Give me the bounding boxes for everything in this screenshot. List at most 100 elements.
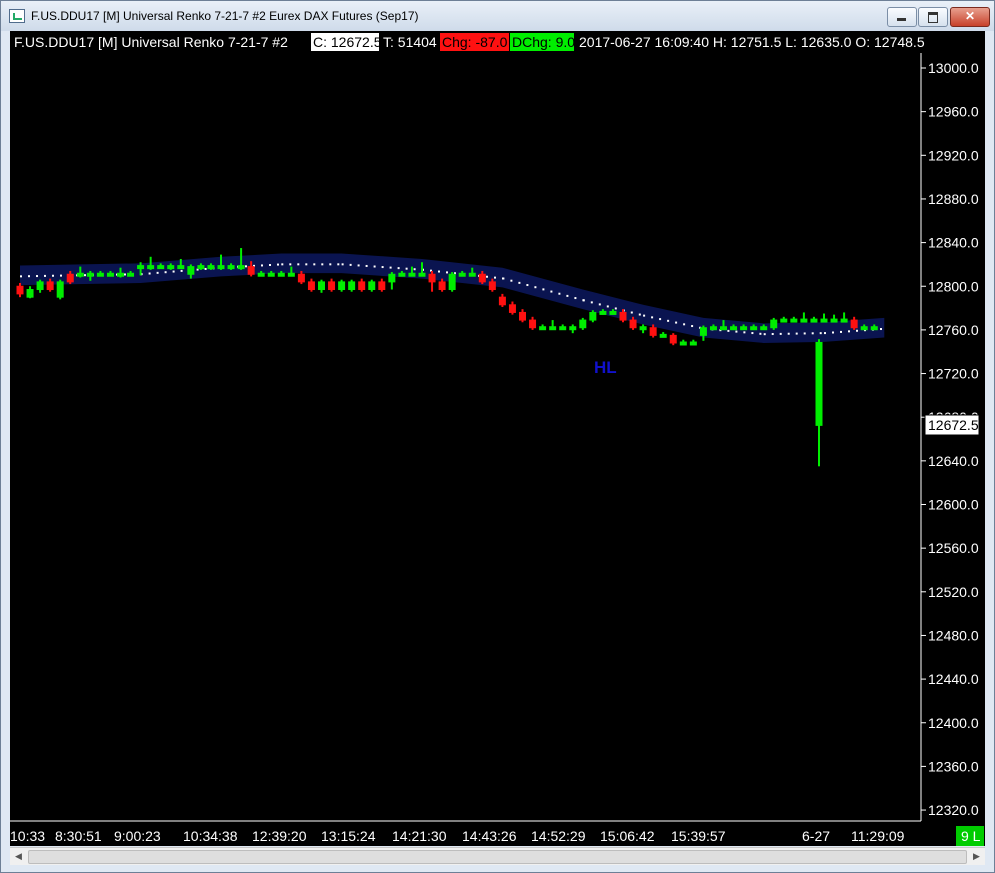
bar-body [730,326,738,331]
band-dot [313,263,316,266]
band-dot [759,332,762,335]
price-tick-label: 12360.0 [928,758,979,774]
close-button[interactable] [950,7,990,27]
renko-bar [820,313,828,323]
bar-body [307,281,315,291]
chart-header: F.US.DDU17 [M] Universal Renko 7-21-7 #2… [14,33,925,51]
bar-body [147,265,155,270]
price-tick-label: 12400.0 [928,715,979,731]
bar-body [187,266,195,275]
scroll-left-arrow-icon[interactable]: ◀ [10,848,27,865]
renko-bar [569,324,577,334]
chart-panel[interactable]: F.US.DDU17 [M] Universal Renko 7-21-7 #2… [10,31,985,846]
renko-bar [539,324,547,331]
bar-body [237,265,245,270]
price-tick-label: 12760.0 [928,322,979,338]
bar-count-text: 9 L [961,828,981,844]
price-tick-label: 12600.0 [928,497,979,513]
header-change: Chg: -87.0 [442,34,508,50]
bar-body [559,326,567,331]
renko-bar [56,279,64,300]
bar-body [217,265,225,270]
band-dot [494,276,496,279]
bar-body [679,341,687,346]
time-tick-label: 15:39:57 [671,828,726,844]
bar-body [408,272,416,277]
band-dot [787,332,790,335]
bar-body [277,272,285,277]
header-ohlc: 2017-06-27 16:09:40 H: 12751.5 L: 12635.… [579,34,925,50]
maximize-button[interactable] [918,7,948,27]
price-tick-label: 12320.0 [928,802,979,818]
bar-body [368,281,376,291]
header-delta-change: DChg: 9.0 [512,34,575,50]
renko-bar [328,278,336,292]
band-dot [261,264,263,267]
band-dot [269,264,271,267]
bar-body [438,281,446,291]
band-dot [510,279,513,282]
renko-bar [815,339,823,467]
band-dot [643,314,646,317]
bar-body [760,326,768,331]
bar-body [689,341,697,346]
bar-body [137,265,145,270]
header-close: C: 12672.5 [313,34,382,50]
renko-bar [790,316,798,323]
scroll-right-arrow-icon[interactable]: ▶ [968,848,985,865]
renko-bar [699,325,707,341]
band-dot [321,263,324,266]
price-tick-label: 12920.0 [928,147,979,163]
bar-body [207,265,215,270]
scroll-thumb[interactable] [28,850,967,864]
price-chart[interactable]: F.US.DDU17 [M] Universal Renko 7-21-7 #2… [10,31,985,846]
renko-bar [770,317,778,330]
price-tick-label: 12880.0 [928,191,979,207]
band-dot [438,270,440,273]
bar-body [378,281,386,291]
band-dot [20,275,22,278]
band-dot [365,264,368,267]
bar-body [358,281,366,291]
band-dot [743,331,746,334]
bar-body [740,326,748,331]
chart-window: F.US.DDU17 [M] Universal Renko 7-21-7 #2… [0,0,995,873]
renko-bar [800,312,808,323]
minimize-button[interactable] [887,7,917,27]
time-tick-label: 13:15:24 [321,828,376,844]
bar-body [780,318,788,323]
bar-body [720,326,727,331]
bar-body [458,272,466,277]
bar-body [167,265,175,270]
band-dot [735,330,738,333]
band-dot [349,263,352,266]
title-bar[interactable]: F.US.DDU17 [M] Universal Renko 7-21-7 #2… [1,1,994,31]
renko-bar [659,332,667,338]
bar-body [46,281,54,291]
price-tick-label: 12840.0 [928,235,979,251]
band-dot [763,333,766,336]
bar-body [840,318,848,323]
bar-body [539,326,547,331]
horizontal-scrollbar[interactable]: ◀ ▶ [10,847,985,865]
bar-body [629,319,637,329]
bar-body [860,326,868,331]
time-tick-label: 14:21:30 [392,828,447,844]
bar-body [76,272,84,277]
price-tick-label: 12800.0 [928,278,979,294]
band-dot [297,263,300,266]
bar-body [157,265,165,270]
bar-body [247,266,255,275]
bar-body [348,281,356,291]
time-tick-label: 14:43:26 [462,828,517,844]
price-tick-label: 12720.0 [928,366,979,382]
bar-body [117,272,124,277]
band-dot [413,268,416,271]
current-price-label: 12672.5 [928,417,979,433]
renko-bar [388,272,396,290]
bar-body [488,281,496,291]
bar-body [699,327,707,336]
band-dot [542,288,545,291]
bar-body [659,333,667,338]
band-dot [84,274,86,277]
